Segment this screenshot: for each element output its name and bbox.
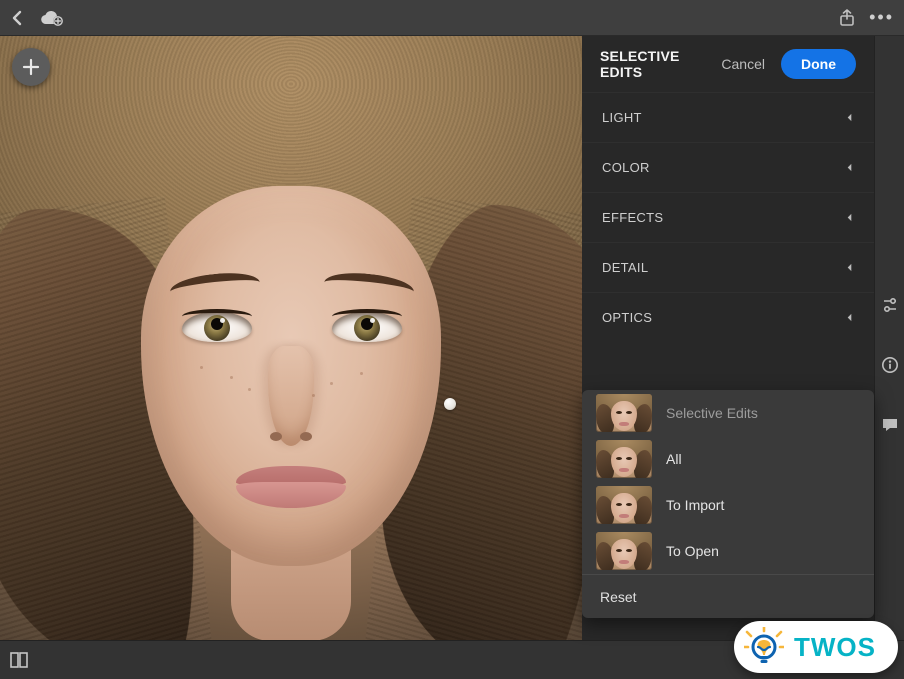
panel-header: SELECTIVE EDITS Cancel Done [582, 36, 874, 92]
popup-header: Selective Edits [582, 390, 874, 436]
section-detail[interactable]: DETAIL [582, 242, 874, 292]
photo-canvas[interactable] [0, 36, 582, 640]
top-toolbar: ••• [0, 0, 904, 36]
twos-watermark: TWOS [734, 621, 898, 673]
chevron-left-icon [845, 263, 854, 272]
info-icon [881, 356, 899, 374]
twos-text: TWOS [794, 632, 876, 663]
filmstrip-icon [10, 652, 28, 668]
comment-icon [881, 416, 899, 434]
share-icon [839, 9, 855, 27]
popup-item-label: All [666, 451, 682, 467]
popup-item-label: To Import [666, 497, 724, 513]
done-button[interactable]: Done [781, 49, 856, 79]
section-label: EFFECTS [602, 210, 663, 225]
plus-icon [22, 58, 40, 76]
section-label: DETAIL [602, 260, 648, 275]
popup-reset-label: Reset [600, 589, 637, 605]
add-selection-button[interactable] [12, 48, 50, 86]
thumbnail [596, 394, 652, 432]
section-label: OPTICS [602, 310, 652, 325]
adjust-tool-button[interactable] [881, 296, 899, 314]
section-color[interactable]: COLOR [582, 142, 874, 192]
chevron-left-icon [845, 313, 854, 322]
section-light[interactable]: LIGHT [582, 92, 874, 142]
chevron-left-icon [845, 163, 854, 172]
cancel-button[interactable]: Cancel [721, 56, 765, 72]
panel-title: SELECTIVE EDITS [600, 48, 705, 80]
chevron-left-icon [845, 113, 854, 122]
section-effects[interactable]: EFFECTS [582, 192, 874, 242]
more-icon: ••• [869, 7, 894, 28]
thumbnail [596, 532, 652, 570]
filmstrip-button[interactable] [10, 652, 28, 668]
chevron-left-icon [845, 213, 854, 222]
comments-button[interactable] [881, 416, 899, 434]
info-button[interactable] [881, 356, 899, 374]
lightbulb-icon [744, 627, 784, 667]
popup-reset[interactable]: Reset [582, 574, 874, 618]
right-rail [874, 36, 904, 640]
sliders-icon [881, 296, 899, 314]
edit-panel: SELECTIVE EDITS Cancel Done LIGHT COLOR … [582, 36, 874, 640]
thumbnail [596, 440, 652, 478]
popup-item-label: To Open [666, 543, 719, 559]
section-label: COLOR [602, 160, 650, 175]
section-label: LIGHT [602, 110, 642, 125]
thumbnail [596, 486, 652, 524]
popup-item-to-import[interactable]: To Import [582, 482, 874, 528]
more-button[interactable]: ••• [869, 7, 894, 28]
copy-settings-popup: Selective Edits All To Import To Open Re… [582, 390, 874, 618]
back-button[interactable] [10, 10, 24, 26]
share-button[interactable] [839, 9, 855, 27]
popup-item-all[interactable]: All [582, 436, 874, 482]
popup-item-to-open[interactable]: To Open [582, 528, 874, 574]
cloud-add-icon [38, 9, 64, 27]
section-optics[interactable]: OPTICS [582, 292, 874, 342]
popup-header-label: Selective Edits [666, 405, 758, 421]
chevron-left-icon [10, 10, 24, 26]
cloud-add-button[interactable] [38, 9, 64, 27]
